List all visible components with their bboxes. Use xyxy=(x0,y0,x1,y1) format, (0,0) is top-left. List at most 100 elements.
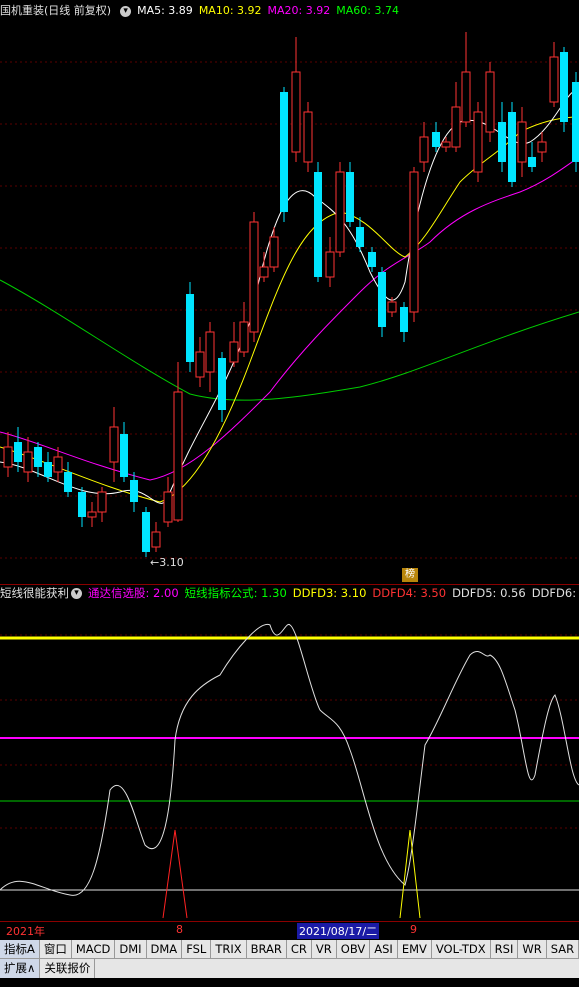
tab-4[interactable]: DMA xyxy=(147,940,183,958)
candle-body xyxy=(549,56,559,103)
indicator-item-5: DDFD5: 0.56 xyxy=(452,586,526,600)
ma10-value: MA10: 3.92 xyxy=(198,4,262,17)
candle-body xyxy=(280,92,288,212)
tab-3[interactable]: DMI xyxy=(115,940,147,958)
status-bar xyxy=(0,978,579,987)
oscillator-chart[interactable] xyxy=(0,600,579,920)
candles xyxy=(3,32,579,557)
candle-body xyxy=(151,531,161,548)
indicator-item-3: DDFD3: 3.10 xyxy=(292,586,367,600)
candle-body xyxy=(195,351,205,378)
candle-body xyxy=(229,341,239,363)
ma5-line xyxy=(0,90,579,504)
indicator-header: 短线很能获利 ▾ 通达信选股: 2.00 短线指标公式: 1.30 DDFD3: 3.1… xyxy=(0,584,579,601)
candle-body xyxy=(249,221,259,333)
settings-gear-icon[interactable]: ▾ xyxy=(120,5,132,17)
stock-title[interactable]: 国机重装(日线 前复权) xyxy=(0,4,111,17)
candle-body xyxy=(186,294,194,362)
candle-body xyxy=(461,71,471,123)
candle-body xyxy=(537,141,547,153)
candle-body xyxy=(432,132,440,147)
indicator-item-6: DDFD6: 0 xyxy=(531,586,579,600)
tab-14[interactable]: RSI xyxy=(491,940,519,958)
red-signal xyxy=(162,829,188,919)
candle-body xyxy=(218,358,226,410)
extension-tabs: 扩展∧ 关联报价 xyxy=(0,958,579,978)
indicator-item-4: DDFD4: 3.50 xyxy=(372,586,447,600)
candle-body xyxy=(378,272,386,327)
candle-body xyxy=(451,106,461,148)
candle-body xyxy=(387,301,397,313)
date-month-9: 9 xyxy=(410,923,417,936)
indicator-name[interactable]: 短线很能获利 xyxy=(0,586,69,600)
candle-body xyxy=(269,236,279,268)
candle-body xyxy=(485,71,495,133)
date-month-8: 8 xyxy=(176,923,183,936)
candle-body xyxy=(303,111,313,163)
candle-body xyxy=(120,434,128,477)
ma20-line xyxy=(0,156,579,481)
indicator-settings-icon[interactable]: ▾ xyxy=(71,588,82,599)
ma20-value: MA20: 3.92 xyxy=(267,4,331,17)
chart-header: 国机重装(日线 前复权) ▾ MA5: 3.89 MA10: 3.92 MA20: 3.… xyxy=(0,0,579,22)
tab-16[interactable]: SAR xyxy=(547,940,579,958)
oscillator-line xyxy=(0,624,579,896)
candle-body xyxy=(325,251,335,278)
candle-body xyxy=(560,52,568,122)
candle-body xyxy=(87,511,97,518)
tab-13[interactable]: VOL-TDX xyxy=(432,940,491,958)
candle-body xyxy=(78,492,86,517)
candle-body xyxy=(346,172,354,222)
tab-2[interactable]: MACD xyxy=(72,940,116,958)
candle-body xyxy=(163,491,173,523)
ext-tab-1[interactable]: 关联报价 xyxy=(40,959,96,978)
candle-body xyxy=(142,512,150,552)
candlestick-chart[interactable]: ←3.10 xyxy=(0,22,579,584)
candle-body xyxy=(34,447,42,467)
ma5-value: MA5: 3.89 xyxy=(137,4,193,17)
candle-body xyxy=(441,141,451,148)
ext-tab-0[interactable]: 扩展∧ xyxy=(0,959,41,978)
tab-6[interactable]: TRIX xyxy=(211,940,247,958)
tab-5[interactable]: FSL xyxy=(182,940,212,958)
rank-badge[interactable]: 榜 xyxy=(402,568,418,582)
tab-1[interactable]: 窗口 xyxy=(40,940,72,958)
candle-body xyxy=(291,71,301,153)
candle-body xyxy=(130,480,138,502)
tab-12[interactable]: EMV xyxy=(398,940,432,958)
candle-body xyxy=(205,331,215,373)
indicator-tabs: 指标A 窗口 MACD DMI DMA FSL TRIX BRAR CR VR OBV ASI EMV V… xyxy=(0,940,579,958)
yellow-signal xyxy=(399,829,421,919)
candle-body xyxy=(356,227,364,247)
date-axis: 2021年 8 2021/08/17/二 9 xyxy=(0,921,579,940)
candle-body xyxy=(173,391,183,521)
tab-11[interactable]: ASI xyxy=(370,940,398,958)
candle-body xyxy=(409,171,419,313)
ma60-line xyxy=(0,279,579,401)
candle-body xyxy=(508,112,516,182)
indicator-item-1: 通达信选股: 2.00 xyxy=(88,586,179,600)
low-marker: ←3.10 xyxy=(150,556,184,569)
candle-body xyxy=(419,136,429,163)
candle-body xyxy=(498,122,506,162)
candle-body xyxy=(368,252,376,267)
candle-body xyxy=(14,442,22,462)
tab-9[interactable]: VR xyxy=(312,940,337,958)
tab-15[interactable]: WR xyxy=(518,940,547,958)
tab-10[interactable]: OBV xyxy=(337,940,371,958)
tab-8[interactable]: CR xyxy=(287,940,312,958)
candle-body xyxy=(528,157,536,167)
candle-body xyxy=(400,307,408,332)
candle-body xyxy=(3,446,13,468)
candle-body xyxy=(473,111,483,173)
candle-body xyxy=(44,462,52,477)
cursor-date: 2021/08/17/二 xyxy=(297,923,380,939)
candle-body xyxy=(239,321,249,353)
tab-0[interactable]: 指标A xyxy=(0,940,40,958)
tab-7[interactable]: BRAR xyxy=(247,940,287,958)
candle-body xyxy=(314,172,322,277)
candle-body xyxy=(335,171,345,253)
ma60-value: MA60: 3.74 xyxy=(336,4,399,17)
candle-body xyxy=(109,426,119,463)
candle-body xyxy=(97,491,107,513)
